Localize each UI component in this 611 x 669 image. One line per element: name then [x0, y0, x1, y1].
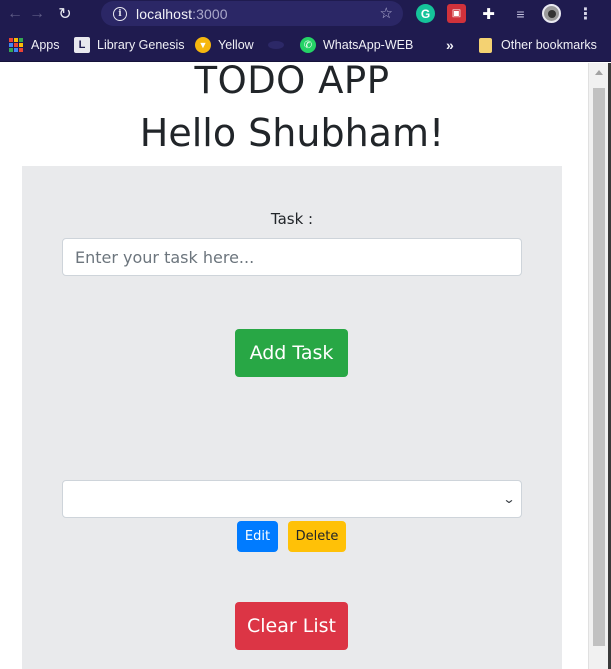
greeting-heading: Hello Shubham! — [139, 111, 445, 155]
bookmark-blank[interactable] — [268, 36, 291, 54]
whatsapp-icon: ✆ — [300, 37, 316, 53]
bookmark-other[interactable]: Other bookmarks — [479, 36, 597, 54]
scroll-up-icon[interactable] — [595, 70, 603, 75]
grammarly-extension-icon[interactable]: G — [416, 4, 435, 23]
back-icon[interactable]: ← — [4, 3, 26, 25]
bookmark-label: Apps — [31, 38, 60, 52]
address-bar[interactable]: i localhost:3000 ☆ — [101, 1, 403, 26]
browser-menu-icon[interactable]: ⋮ — [576, 4, 595, 23]
page-viewport: TODO APP Hello Shubham! Task : Add Task … — [0, 63, 611, 669]
folder-icon — [479, 37, 492, 53]
bookmark-library-genesis[interactable]: L Library Genesis — [74, 36, 185, 54]
profile-avatar[interactable] — [542, 4, 561, 23]
app-title: TODO APP — [194, 63, 390, 102]
blank-bookmark-icon — [268, 37, 284, 53]
bookmarks-bar: Apps L Library Genesis ▼ Yellow ✆ WhatsA… — [0, 28, 611, 62]
media-control-icon[interactable]: ≡ — [511, 4, 530, 23]
chevron-down-icon: ⌄ — [502, 492, 516, 506]
bookmark-apps[interactable]: Apps — [8, 36, 60, 54]
add-task-button[interactable]: Add Task — [235, 329, 348, 377]
library-genesis-icon: L — [74, 37, 90, 53]
bookmarks-overflow-button[interactable]: » — [446, 36, 454, 54]
extensions-puzzle-icon[interactable]: ✚ — [479, 4, 498, 23]
bookmark-label: Library Genesis — [97, 38, 185, 52]
browser-toolbar: ← → ↻ i localhost:3000 ☆ G ▣ ✚ ≡ ⋮ — [0, 0, 611, 28]
bookmark-label: Other bookmarks — [501, 38, 597, 52]
bookmark-whatsapp[interactable]: ✆ WhatsApp-WEB — [300, 36, 413, 54]
scroll-thumb[interactable] — [593, 88, 605, 646]
task-input[interactable] — [62, 238, 522, 276]
task-select[interactable]: ⌄ — [62, 480, 522, 518]
forward-icon[interactable]: → — [26, 3, 48, 25]
bookmark-label: Yellow — [218, 38, 254, 52]
url-port: :3000 — [192, 5, 228, 22]
page-scrollbar[interactable] — [588, 63, 608, 669]
bookmark-star-icon[interactable]: ☆ — [380, 4, 393, 22]
yellow-icon: ▼ — [195, 37, 211, 53]
apps-grid-icon — [8, 37, 24, 53]
red-extension-icon[interactable]: ▣ — [447, 4, 466, 23]
clear-list-button[interactable]: Clear List — [235, 602, 348, 650]
task-label: Task : — [270, 210, 314, 228]
delete-button[interactable]: Delete — [288, 521, 346, 552]
url-text[interactable]: localhost:3000 — [136, 6, 228, 22]
url-host: localhost — [136, 5, 193, 22]
reload-icon[interactable]: ↻ — [54, 3, 76, 25]
edit-button[interactable]: Edit — [237, 521, 278, 552]
todo-card: Task : Add Task ⌄ Edit Delete Clear List — [22, 166, 562, 669]
bookmark-yellow[interactable]: ▼ Yellow — [195, 36, 254, 54]
site-info-icon[interactable]: i — [113, 6, 127, 21]
bookmark-label: WhatsApp-WEB — [323, 38, 414, 52]
